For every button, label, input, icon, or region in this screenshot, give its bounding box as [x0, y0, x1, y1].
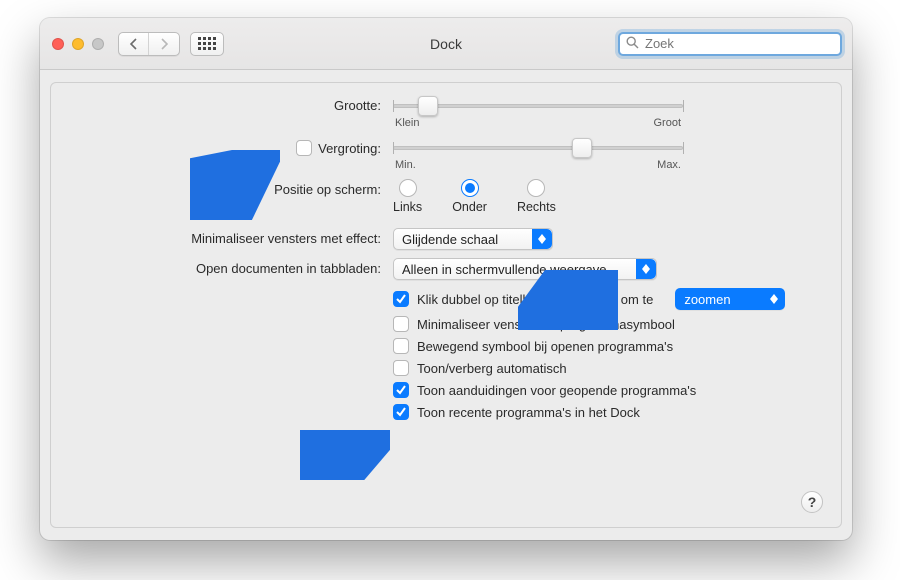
minimize-into-app-label: Minimaliseer vensters in programmasymboo… — [417, 317, 675, 332]
size-min-label: Klein — [395, 117, 419, 129]
close-icon[interactable] — [52, 38, 64, 50]
position-label: Positie op scherm: — [274, 182, 381, 197]
size-max-label: Groot — [653, 117, 681, 129]
grid-icon — [198, 37, 216, 50]
forward-button[interactable] — [149, 33, 179, 55]
minimize-effect-popup[interactable]: Glijdende schaal — [393, 228, 553, 250]
show-indicators-checkbox[interactable] — [393, 382, 409, 398]
animate-open-line: Bewegend symbool bij openen programma's — [393, 338, 673, 354]
show-recents-label: Toon recente programma's in het Dock — [417, 405, 640, 420]
popup-arrows-icon — [764, 289, 784, 309]
row-minimize-effect: Minimaliseer vensters met effect: Glijde… — [63, 228, 819, 250]
search-icon — [626, 36, 639, 52]
show-all-button[interactable] — [190, 32, 224, 56]
magnification-max-label: Max. — [657, 159, 681, 171]
show-recents-line: Toon recente programma's in het Dock — [393, 404, 640, 420]
dblclick-popup[interactable]: zoomen — [675, 288, 785, 310]
titlebar: Dock — [40, 18, 852, 70]
position-radios: Links Onder Rechts — [393, 179, 556, 214]
size-label: Grootte: — [334, 98, 381, 113]
back-button[interactable] — [119, 33, 149, 55]
dblclick-checkbox[interactable] — [393, 291, 409, 307]
help-button[interactable]: ? — [801, 491, 823, 513]
minimize-into-app-checkbox[interactable] — [393, 316, 409, 332]
traffic-lights — [52, 38, 104, 50]
position-links[interactable]: Links — [393, 179, 422, 214]
show-indicators-line: Toon aanduidingen voor geopende programm… — [393, 382, 696, 398]
row-magnification: Vergroting: Min. Max. — [63, 137, 819, 171]
animate-open-checkbox[interactable] — [393, 338, 409, 354]
row-size: Grootte: Klein Groot — [63, 95, 819, 129]
row-position: Positie op scherm: Links Onder Rechts — [63, 179, 819, 214]
minimize-into-app-line: Minimaliseer vensters in programmasymboo… — [393, 316, 675, 332]
minimize-effect-label: Minimaliseer vensters met effect: — [191, 231, 381, 246]
popup-arrows-icon — [636, 259, 656, 279]
row-open-docs-tabs: Open documenten in tabbladen: Alleen in … — [63, 258, 819, 280]
autohide-line: Toon/verberg automatisch — [393, 360, 567, 376]
position-onder[interactable]: Onder — [452, 179, 487, 214]
open-docs-tabs-label: Open documenten in tabbladen: — [196, 261, 381, 276]
dblclick-line: Klik dubbel op titelbalk van venster om … — [393, 288, 785, 310]
show-recents-checkbox[interactable] — [393, 404, 409, 420]
minimize-icon[interactable] — [72, 38, 84, 50]
size-slider[interactable] — [393, 95, 683, 117]
position-rechts[interactable]: Rechts — [517, 179, 556, 214]
autohide-checkbox[interactable] — [393, 360, 409, 376]
search-field[interactable] — [618, 32, 842, 56]
open-docs-tabs-popup[interactable]: Alleen in schermvullende weergave — [393, 258, 657, 280]
show-indicators-label: Toon aanduidingen voor geopende programm… — [417, 383, 696, 398]
row-checkboxes: Klik dubbel op titelbalk van venster om … — [63, 288, 819, 426]
magnification-checkbox[interactable] — [296, 140, 312, 156]
search-input[interactable] — [645, 36, 834, 51]
autohide-label: Toon/verberg automatisch — [417, 361, 567, 376]
pane: Grootte: Klein Groot Vergroting: — [50, 82, 842, 528]
magnification-min-label: Min. — [395, 159, 416, 171]
preferences-window: Dock Grootte: Klein Groot — [40, 18, 852, 540]
nav-back-forward — [118, 32, 180, 56]
dblclick-label: Klik dubbel op titelbalk van venster om … — [417, 292, 653, 307]
magnification-slider[interactable] — [393, 137, 683, 159]
popup-arrows-icon — [532, 229, 552, 249]
zoom-icon[interactable] — [92, 38, 104, 50]
magnification-label: Vergroting: — [318, 141, 381, 156]
help-icon: ? — [808, 494, 817, 510]
animate-open-label: Bewegend symbool bij openen programma's — [417, 339, 673, 354]
